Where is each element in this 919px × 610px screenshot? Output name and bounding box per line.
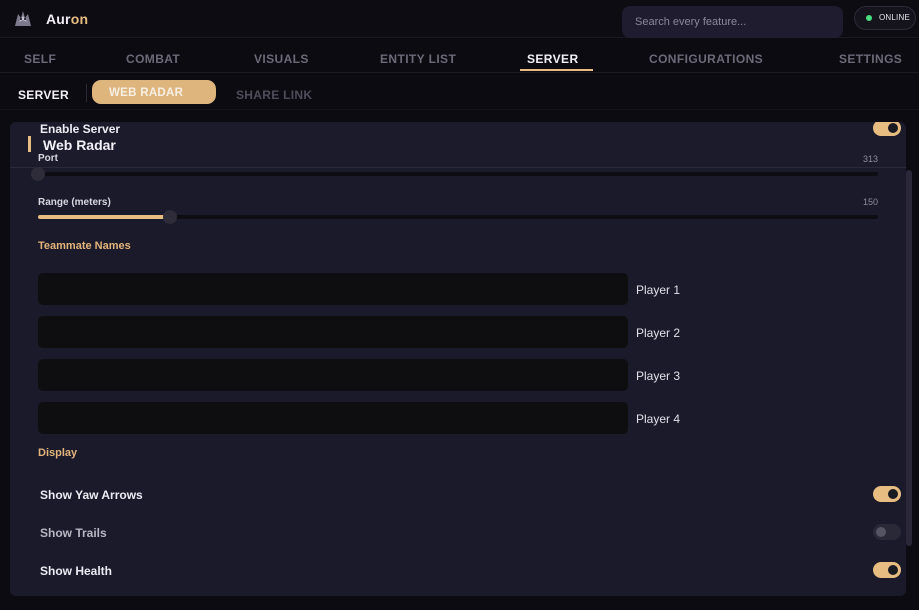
show-trails-label: Show Trails bbox=[40, 526, 107, 540]
player-2-label: Player 2 bbox=[636, 326, 681, 340]
subtab-server[interactable]: SERVER bbox=[18, 88, 69, 102]
main-nav: SELF COMBAT VISUALS ENTITY LIST SERVER C… bbox=[0, 39, 919, 73]
port-slider[interactable] bbox=[31, 167, 878, 181]
app-name-main: Aur bbox=[46, 11, 71, 27]
header-accent-bar bbox=[28, 136, 31, 152]
player-4-label: Player 4 bbox=[636, 412, 681, 426]
toggle-knob bbox=[888, 565, 898, 575]
port-label: Port bbox=[38, 153, 58, 164]
toggle-knob bbox=[876, 527, 886, 537]
player-1-input[interactable] bbox=[38, 273, 628, 305]
port-slider-handle[interactable] bbox=[31, 167, 45, 181]
display-heading: Display bbox=[38, 447, 78, 459]
tab-visuals[interactable]: VISUALS bbox=[254, 52, 309, 66]
range-slider-fill bbox=[38, 215, 170, 219]
player-4-input[interactable] bbox=[38, 402, 628, 434]
tab-self[interactable]: SELF bbox=[24, 52, 56, 66]
tab-server[interactable]: SERVER bbox=[527, 52, 579, 66]
player-1-label: Player 1 bbox=[636, 283, 681, 297]
show-health-label: Show Health bbox=[40, 564, 113, 578]
subtab-share-link[interactable]: SHARE LINK bbox=[236, 88, 312, 102]
app-name: Auron bbox=[46, 11, 88, 27]
tab-settings[interactable]: SETTINGS bbox=[839, 52, 902, 66]
show-yaw-arrows-label: Show Yaw Arrows bbox=[40, 488, 143, 502]
range-slider[interactable] bbox=[38, 210, 878, 224]
panel-scrollbar[interactable] bbox=[906, 170, 912, 546]
show-trails-toggle[interactable] bbox=[873, 524, 901, 540]
panel-header: Enable Server Web Radar bbox=[10, 122, 906, 168]
show-yaw-arrows-toggle[interactable] bbox=[873, 486, 901, 502]
app-name-accent: on bbox=[70, 11, 89, 27]
player-3-input[interactable] bbox=[38, 359, 628, 391]
range-slider-handle[interactable] bbox=[162, 210, 177, 224]
active-tab-indicator bbox=[520, 69, 593, 71]
subnav-divider bbox=[86, 84, 87, 102]
port-value: 313 bbox=[862, 154, 878, 164]
player-3-label: Player 3 bbox=[636, 369, 681, 383]
subtab-web-radar[interactable]: WEB RADAR bbox=[92, 80, 216, 104]
teammate-names-heading: Teammate Names bbox=[38, 240, 131, 252]
player-2-input[interactable] bbox=[38, 316, 628, 348]
top-bar: Auron Search every feature... ONLINE bbox=[0, 0, 919, 38]
tab-entity-list[interactable]: ENTITY LIST bbox=[380, 52, 456, 66]
enable-server-label: Enable Server bbox=[40, 122, 121, 136]
status-badge: ONLINE bbox=[854, 6, 916, 30]
tab-configurations[interactable]: CONFIGURATIONS bbox=[649, 52, 763, 66]
search-box[interactable]: Search every feature... bbox=[622, 6, 843, 38]
tab-combat[interactable]: COMBAT bbox=[126, 52, 180, 66]
range-label: Range (meters) bbox=[38, 197, 111, 208]
web-radar-panel: Enable Server Web Radar Port 313 Range (… bbox=[10, 122, 906, 596]
wolf-logo-icon bbox=[15, 11, 31, 26]
status-label: ONLINE bbox=[879, 13, 910, 22]
subtab-web-radar-label: WEB RADAR bbox=[109, 87, 184, 99]
search-placeholder[interactable]: Search every feature... bbox=[635, 16, 746, 28]
enable-server-toggle[interactable] bbox=[873, 122, 901, 136]
status-dot-icon bbox=[866, 15, 872, 21]
range-value: 150 bbox=[862, 197, 878, 207]
sub-nav: SERVER WEB RADAR SHARE LINK bbox=[0, 74, 919, 110]
toggle-knob bbox=[888, 123, 898, 133]
toggle-knob bbox=[888, 489, 898, 499]
panel-title: Web Radar bbox=[43, 137, 116, 153]
show-health-toggle[interactable] bbox=[873, 562, 901, 578]
